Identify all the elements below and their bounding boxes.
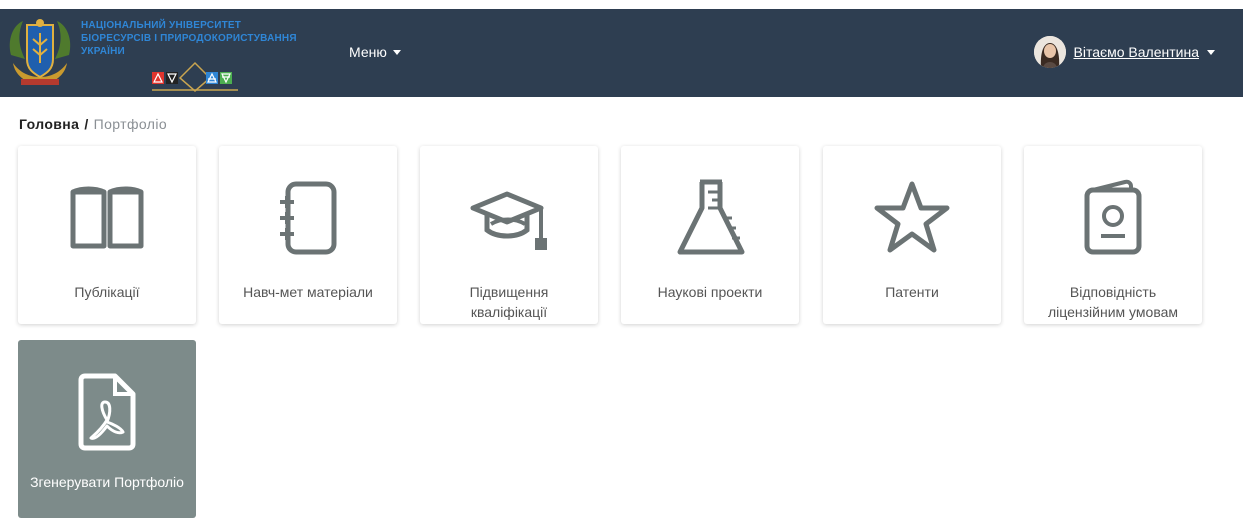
card-label: Підвищення кваліфікації [469, 284, 549, 320]
card-teaching-materials[interactable]: Навч-мет матеріали [219, 146, 397, 324]
logo-symbols-icon [152, 61, 238, 92]
breadcrumb-separator: / [84, 116, 89, 132]
star-icon [874, 181, 950, 253]
card-label: Патенти [885, 284, 939, 300]
university-emblem-icon[interactable] [5, 15, 75, 91]
card-label: Наукові проекти [657, 284, 763, 300]
menu-dropdown[interactable]: Меню [349, 44, 401, 60]
card-label: Навч-мет матеріали [243, 284, 373, 300]
card-label: Згенерувати Портфоліо [30, 474, 184, 490]
id-card-icon [1084, 179, 1142, 255]
card-label: Відповідність ліцензійним умовам [1047, 284, 1179, 320]
card-patents[interactable]: Патенти [823, 146, 1001, 324]
card-scientific-projects[interactable]: Наукові проекти [621, 146, 799, 324]
notebook-icon [280, 181, 337, 255]
generate-portfolio-button[interactable]: Згенерувати Портфоліо [18, 340, 196, 518]
breadcrumb-current: Портфоліо [93, 116, 168, 132]
university-name-line-2: БІОРЕСУРСІВ І ПРИРОДОКОРИСТУВАННЯ [81, 33, 297, 44]
card-license-compliance[interactable]: Відповідність ліцензійним умовам [1024, 146, 1202, 324]
breadcrumb-home-link[interactable]: Головна [19, 116, 79, 132]
top-navbar: НАЦІОНАЛЬНИЙ УНІВЕРСИТЕТ БІОРЕСУРСІВ І П… [0, 9, 1243, 97]
user-greeting-link[interactable]: Вітаємо Валентина [1074, 44, 1200, 60]
card-publications[interactable]: Публікації [18, 146, 196, 324]
graduation-cap-icon [470, 191, 547, 250]
university-name-line-3: УКРАЇНИ [81, 46, 125, 57]
chevron-down-icon [1207, 49, 1215, 55]
menu-label: Меню [349, 44, 387, 60]
user-menu[interactable]: Вітаємо Валентина [1033, 36, 1215, 68]
card-qualification[interactable]: Підвищення кваліфікації [420, 146, 598, 324]
card-label: Публікації [74, 284, 140, 300]
breadcrumb: Головна / Портфоліо [19, 116, 167, 132]
university-name: НАЦІОНАЛЬНИЙ УНІВЕРСИТЕТ БІОРЕСУРСІВ І П… [81, 19, 297, 58]
avatar[interactable] [1033, 36, 1066, 68]
pdf-file-icon [78, 373, 136, 451]
open-book-icon [70, 186, 144, 249]
flask-icon [677, 179, 745, 255]
university-name-line-1: НАЦІОНАЛЬНИЙ УНІВЕРСИТЕТ [81, 20, 242, 31]
chevron-down-icon [392, 49, 401, 55]
